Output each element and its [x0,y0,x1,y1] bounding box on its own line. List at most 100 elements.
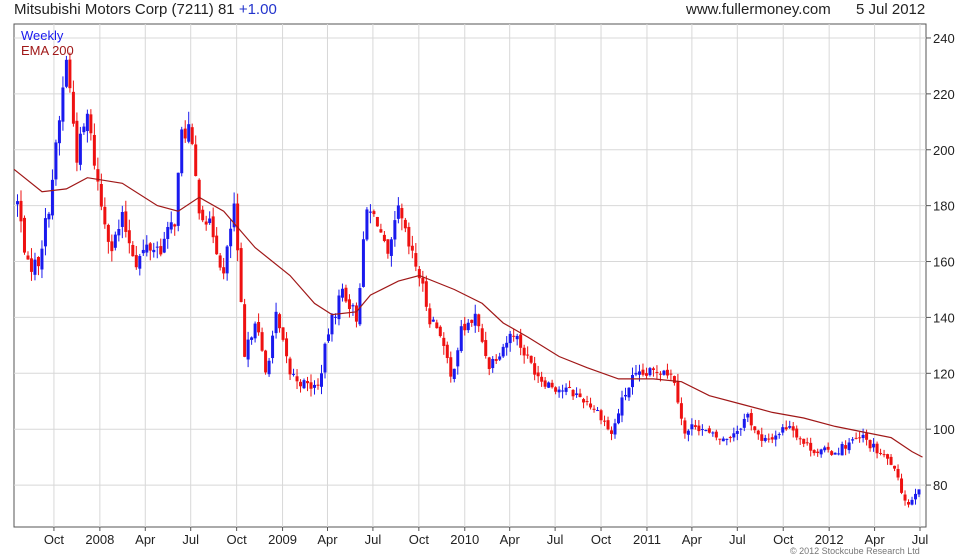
candle-down [886,454,890,459]
candle-down [554,387,558,392]
candle-up [40,248,44,270]
candle-down [106,224,110,242]
candle-up [180,129,184,174]
x-tick-label: 2008 [85,532,114,547]
candle-down [854,437,858,439]
candle-down [89,114,93,134]
candle-up [686,430,690,435]
candle-down [68,59,72,89]
x-axis: Oct 2008 Apr Jul Oct 2009 Apr Jul Oct 2010 Apr Jul O… [44,527,928,547]
candle-down [159,246,163,255]
candle-up [561,390,565,392]
y-tick-label: 220 [933,87,955,102]
legend-entry: EMA 200 [21,43,74,58]
candle-down [243,304,247,357]
candle-down [92,134,96,166]
candle-up [721,438,725,442]
candle-down [239,248,243,303]
x-tick-label: 2010 [450,532,479,547]
candle-down [438,326,442,337]
candle-up [508,333,512,344]
candle-up [452,368,456,379]
y-tick-label: 200 [933,143,955,158]
candle-down [424,281,428,307]
plot-area [13,23,927,528]
candle-down [183,128,187,139]
candle-up [250,337,254,340]
candle-up [389,239,393,256]
x-tick-label: Jul [547,532,564,547]
candle-up [225,246,229,274]
candle-up [267,360,271,375]
candle-down [865,433,869,440]
candle-down [278,314,282,329]
candle-up [725,438,729,440]
candle-up [229,228,233,247]
candle-down [442,337,446,346]
candle-down [826,446,830,450]
candle-down [816,451,820,454]
candle-down [131,244,135,257]
candle-down [529,355,533,363]
candle-up [788,426,792,428]
candle-up [732,433,736,438]
candle-down [526,354,530,356]
candle-down [26,255,30,260]
candle-up [557,389,561,393]
candle-up [145,244,149,253]
candle-up [393,220,397,240]
candle-down [417,269,421,279]
candle-down [603,420,607,422]
candle-down [770,437,774,440]
y-tick-label: 240 [933,31,955,46]
candle-up [840,444,844,456]
candle-down [669,373,673,375]
candle-down [295,376,299,382]
candle-down [148,243,152,251]
candle-down [858,437,862,439]
candle-down [903,494,907,501]
candle-down [470,319,474,323]
candle-up [57,120,61,144]
candle-down [536,372,540,377]
candle-down [103,206,107,225]
candle-up [466,322,470,331]
x-tick-label: Oct [409,532,430,547]
candle-down [893,465,897,469]
candle-up [64,59,68,87]
candle-up [634,372,638,375]
candle-down [610,430,614,434]
candle-down [494,359,498,361]
candle-down [767,438,771,440]
candle-up [473,313,477,326]
candle-down [309,382,313,389]
legend-entry: Weekly [21,28,64,43]
candle-up [515,335,519,340]
candle-down [204,221,208,225]
candle-down [347,299,351,310]
candle-down [896,468,900,478]
candle-down [665,369,669,376]
candle-down [907,502,911,505]
copyright-text: © 2012 Stockcube Research Ltd [790,546,920,556]
candle-up [141,249,145,254]
candle-down [354,305,358,322]
candle-up [117,229,121,236]
candle-up [85,113,89,132]
candle-up [54,142,58,180]
candle-down [728,437,732,439]
candle-up [246,339,250,360]
candle-down [197,179,201,214]
candle-down [281,327,285,340]
candle-up [851,439,855,441]
x-tick-label: Jul [365,532,382,547]
candle-down [592,408,596,410]
candle-up [313,384,317,388]
candle-down [36,257,40,267]
candle-up [431,319,435,322]
candle-up [365,209,369,240]
candle-down [414,253,418,267]
candle-up [917,489,921,495]
candle-down [134,255,138,268]
candle-down [260,332,264,351]
